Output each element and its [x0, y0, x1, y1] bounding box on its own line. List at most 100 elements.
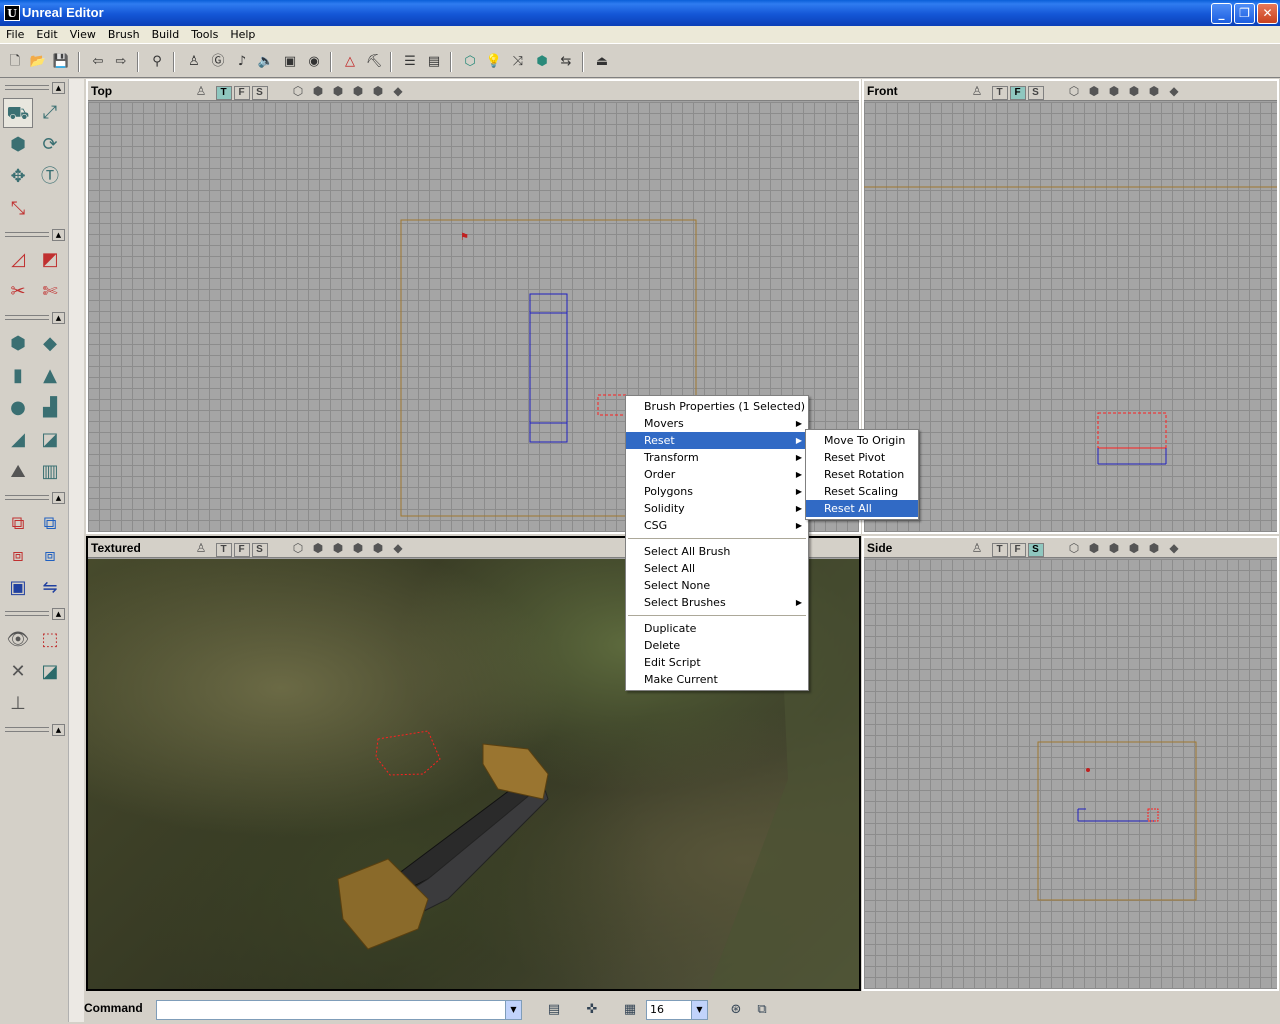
- show-all-icon[interactable]: ✕: [3, 657, 33, 687]
- textured-mode-icon[interactable]: ⬢: [1145, 84, 1163, 98]
- top-view-toggle[interactable]: T: [991, 86, 1008, 100]
- tool-group-header[interactable]: ▲: [3, 608, 65, 620]
- add-brush-icon[interactable]: ⧉: [3, 509, 33, 539]
- zone-mode-icon[interactable]: ⬢: [309, 84, 327, 98]
- tool-group-header[interactable]: ▲: [3, 492, 65, 504]
- chevron-down-icon[interactable]: ▼: [505, 1001, 521, 1019]
- wireframe-mode-icon[interactable]: ⬡: [289, 541, 307, 555]
- sound-browser-icon[interactable]: 🔈: [255, 51, 277, 73]
- menu-edit[interactable]: Edit: [30, 26, 63, 43]
- texture-usage-mode-icon[interactable]: ⬢: [1105, 84, 1123, 98]
- context-menu-item[interactable]: Reset ▶: [626, 432, 808, 449]
- menu-file[interactable]: File: [0, 26, 30, 43]
- side-view-toggle[interactable]: S: [251, 543, 268, 557]
- viewport-grid[interactable]: [864, 559, 1277, 989]
- vertex-edit-tool-icon[interactable]: ⤢: [35, 98, 65, 128]
- collapse-arrow-icon[interactable]: ▲: [52, 229, 65, 241]
- grid-snap-icon[interactable]: ▦: [620, 1001, 640, 1019]
- context-menu-item[interactable]: Order ▶: [626, 466, 808, 483]
- properties-icon[interactable]: ⇆: [555, 51, 577, 73]
- reset-submenu-item[interactable]: Move To Origin: [806, 432, 918, 449]
- brush-clip-tool-icon[interactable]: ⬢: [3, 130, 33, 160]
- collapse-arrow-icon[interactable]: ▲: [52, 82, 65, 94]
- zone-mode-icon[interactable]: ⬢: [1085, 541, 1103, 555]
- menu-build[interactable]: Build: [146, 26, 186, 43]
- side-view-toggle[interactable]: S: [251, 86, 268, 100]
- context-menu-item[interactable]: Select Brushes ▶: [626, 594, 808, 611]
- terrain-builder-icon[interactable]: ⛰: [3, 457, 33, 487]
- align-viewport-icon[interactable]: ✜: [582, 1001, 602, 1019]
- build-options-icon[interactable]: ☰: [399, 51, 421, 73]
- context-menu-item[interactable]: Select All Brush: [626, 543, 808, 560]
- invert-selection-icon[interactable]: ◪: [35, 657, 65, 687]
- textured-mode-icon[interactable]: ⬢: [369, 84, 387, 98]
- save-map-icon[interactable]: 💾: [50, 51, 72, 73]
- reset-submenu-item[interactable]: Reset Rotation: [806, 466, 918, 483]
- menu-help[interactable]: Help: [224, 26, 261, 43]
- viewport-grid[interactable]: [864, 102, 1277, 532]
- collapse-arrow-icon[interactable]: ▲: [52, 312, 65, 324]
- tool-group-header[interactable]: ▲: [3, 312, 65, 324]
- brush-rotate-tool-icon[interactable]: ⟳: [35, 130, 65, 160]
- play-level-icon[interactable]: ⏏: [591, 51, 613, 73]
- menu-view[interactable]: View: [64, 26, 102, 43]
- collapse-arrow-icon[interactable]: ▲: [52, 492, 65, 504]
- viewport-options-icon[interactable]: ♙: [968, 84, 986, 98]
- show-selected-icon[interactable]: 👁: [3, 625, 33, 655]
- camera-move-tool-icon[interactable]: ⛟: [3, 98, 33, 128]
- side-view-toggle[interactable]: S: [1027, 86, 1044, 100]
- build-lighting-icon[interactable]: ⛏: [363, 51, 385, 73]
- context-menu-item[interactable]: CSG ▶: [626, 517, 808, 534]
- collapse-arrow-icon[interactable]: ▲: [52, 608, 65, 620]
- rotation-snap-icon[interactable]: ⊛: [726, 1001, 746, 1019]
- viewport-front[interactable]: Front ♙ TFS ⬡ ⬢ ⬢ ⬢ ⬢ ◆: [862, 79, 1279, 534]
- brush-clip-icon[interactable]: ◿: [3, 245, 33, 275]
- collapse-arrow-icon[interactable]: ▲: [52, 724, 65, 736]
- minimize-button[interactable]: _: [1211, 3, 1232, 24]
- tool-panel-scrollbar[interactable]: [68, 79, 84, 1022]
- zone-mode-icon[interactable]: ⬢: [309, 541, 327, 555]
- redo-icon[interactable]: ⇨: [110, 51, 132, 73]
- zone-mode-icon[interactable]: ⬢: [1085, 84, 1103, 98]
- texture-usage-mode-icon[interactable]: ⬢: [1105, 541, 1123, 555]
- deintersect-brush-icon[interactable]: ⧈: [35, 541, 65, 571]
- context-menu-item[interactable]: Movers ▶: [626, 415, 808, 432]
- bsp-cuts-mode-icon[interactable]: ⬢: [349, 541, 367, 555]
- linear-stair-builder-icon[interactable]: ▟: [35, 393, 65, 423]
- curved-stair-builder-icon[interactable]: ◢: [3, 425, 33, 455]
- lighting-mode-icon[interactable]: ◆: [389, 541, 407, 555]
- texture-usage-mode-icon[interactable]: ⬢: [329, 84, 347, 98]
- actor-browser-icon[interactable]: ♙: [183, 51, 205, 73]
- cylinder-builder-icon[interactable]: ▮: [3, 361, 33, 391]
- subtract-brush-icon[interactable]: ⧉: [35, 509, 65, 539]
- maximize-button[interactable]: ❐: [1234, 3, 1255, 24]
- tool-group-header[interactable]: ▲: [3, 82, 65, 94]
- viewport-side[interactable]: Side ♙ TFS ⬡ ⬢ ⬢ ⬢ ⬢ ◆: [862, 536, 1279, 991]
- intersect-brush-icon[interactable]: ⧈: [3, 541, 33, 571]
- context-menu-item[interactable]: Brush Properties (1 Selected): [626, 398, 808, 415]
- move-tool-icon[interactable]: ✥: [3, 162, 33, 192]
- bsp-cuts-mode-icon[interactable]: ⬢: [1125, 84, 1143, 98]
- viewport-options-icon[interactable]: ♙: [968, 541, 986, 555]
- tool-group-header[interactable]: ▲: [3, 724, 65, 736]
- clip-flip-icon[interactable]: ✂: [3, 277, 33, 307]
- spiral-stair-builder-icon[interactable]: ◪: [35, 425, 65, 455]
- log-window-icon[interactable]: ▤: [544, 1001, 564, 1019]
- chevron-down-icon[interactable]: ▼: [691, 1001, 707, 1019]
- open-map-icon[interactable]: 📂: [27, 51, 49, 73]
- texture-usage-mode-icon[interactable]: ⬢: [329, 541, 347, 555]
- front-view-toggle[interactable]: F: [233, 543, 250, 557]
- music-browser-icon[interactable]: ♪: [231, 51, 253, 73]
- new-map-icon[interactable]: 🗋: [4, 51, 26, 73]
- wireframe-mode-icon[interactable]: ⬡: [1065, 541, 1083, 555]
- sphere-builder-icon[interactable]: ●: [3, 393, 33, 423]
- context-menu-item[interactable]: Make Current: [626, 671, 808, 688]
- search-actors-icon[interactable]: ⚲: [146, 51, 168, 73]
- menu-tools[interactable]: Tools: [185, 26, 224, 43]
- context-menu-item[interactable]: Duplicate: [626, 620, 808, 637]
- volumetric-builder-icon[interactable]: ▥: [35, 457, 65, 487]
- context-menu-item[interactable]: Delete: [626, 637, 808, 654]
- build-all-icon[interactable]: ⬡: [459, 51, 481, 73]
- front-view-toggle[interactable]: F: [1009, 86, 1026, 100]
- menu-brush[interactable]: Brush: [102, 26, 146, 43]
